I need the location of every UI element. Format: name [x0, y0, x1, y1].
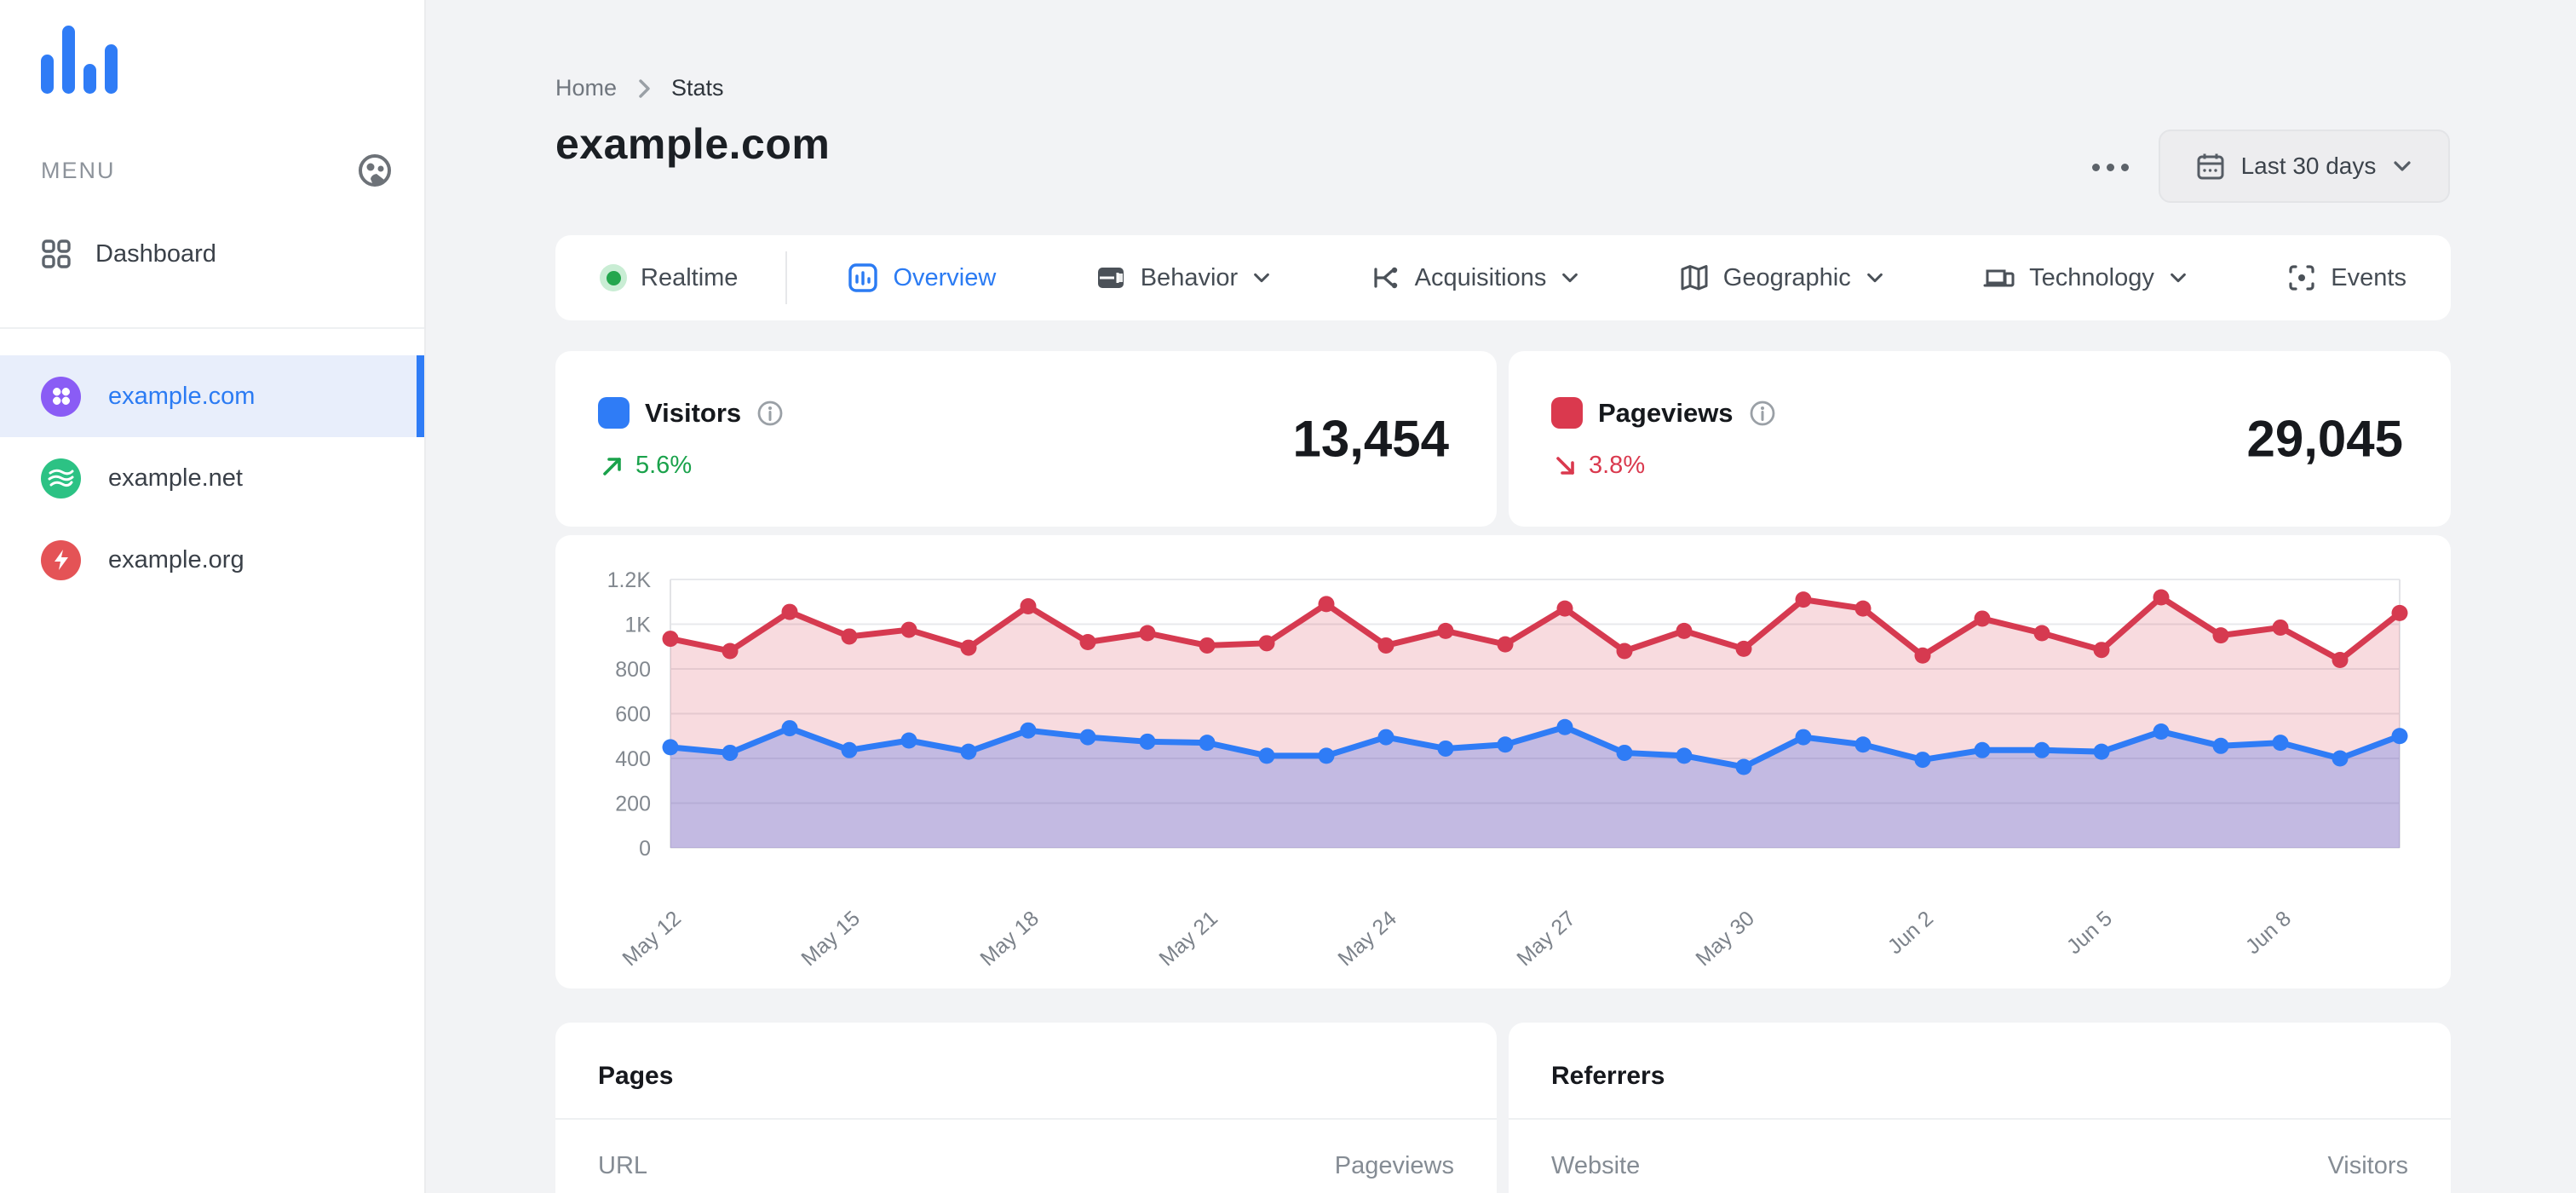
- pages-panel: Pages URL Pageviews: [555, 1023, 1497, 1193]
- tab-label: Behavior: [1140, 263, 1239, 291]
- svg-text:0: 0: [639, 837, 651, 861]
- stat-label: Pageviews: [1598, 397, 1734, 428]
- site-label: example.org: [108, 545, 244, 573]
- active-indicator: [417, 355, 424, 437]
- svg-text:Jun 5: Jun 5: [2062, 907, 2117, 960]
- tab-bar: Realtime Overview Behavior Acquisitions …: [555, 235, 2451, 320]
- sidebar-divider: [0, 327, 424, 329]
- menu-label: MENU: [41, 157, 116, 183]
- pageviews-color-swatch: [1551, 397, 1583, 429]
- site-label: example.net: [108, 464, 243, 492]
- tab-acquisitions[interactable]: Acquisitions: [1371, 262, 1581, 293]
- clover-icon: [41, 376, 81, 417]
- tab-label: Overview: [893, 263, 997, 291]
- branch-icon: [1371, 262, 1401, 293]
- sidebar-site-example-org[interactable]: example.org: [0, 519, 424, 601]
- menu-section-header: MENU: [41, 150, 395, 191]
- chevron-down-icon: [1865, 268, 1885, 288]
- date-range-button[interactable]: Last 30 days: [2159, 130, 2450, 203]
- stat-change: 5.6%: [600, 452, 692, 480]
- date-range-label: Last 30 days: [2240, 153, 2377, 179]
- devices-icon: [1983, 262, 2015, 293]
- chevron-right-icon: [635, 78, 653, 100]
- panel-title: Pages: [598, 1062, 674, 1090]
- app-logo-icon[interactable]: [41, 26, 118, 94]
- svg-text:May 12: May 12: [618, 907, 686, 971]
- svg-text:May 27: May 27: [1512, 907, 1580, 971]
- arrow-down-right-icon: [1553, 453, 1578, 479]
- svg-text:Jun 2: Jun 2: [1883, 907, 1938, 960]
- chevron-down-icon: [2391, 155, 2413, 177]
- calendar-icon: [2195, 151, 2226, 182]
- sidebar-item-label: Dashboard: [95, 239, 216, 268]
- sidebar: MENU Dashboard example.com example.net e…: [0, 0, 426, 1193]
- svg-text:400: 400: [615, 747, 651, 771]
- tab-label: Technology: [2029, 263, 2154, 291]
- referrers-panel: Referrers Website Visitors: [1509, 1023, 2451, 1193]
- waves-icon: [41, 458, 81, 499]
- breadcrumb-home-link[interactable]: Home: [555, 75, 617, 101]
- page-title: example.com: [555, 120, 831, 168]
- visitors-color-swatch: [598, 397, 630, 429]
- main-content: Home Stats example.com Last 30 days Real…: [428, 0, 2576, 1193]
- tab-label: Acquisitions: [1414, 263, 1547, 291]
- breadcrumb-current[interactable]: Stats: [671, 75, 724, 101]
- svg-text:May 21: May 21: [1154, 907, 1222, 971]
- svg-text:200: 200: [615, 792, 651, 816]
- scan-icon: [2286, 262, 2317, 293]
- panel-divider: [1509, 1118, 2451, 1120]
- more-options-button[interactable]: [2080, 143, 2140, 191]
- tab-technology[interactable]: Technology: [1983, 262, 2188, 293]
- tab-label: Geographic: [1722, 263, 1851, 291]
- sidebar-item-dashboard[interactable]: Dashboard: [0, 223, 424, 285]
- svg-text:1K: 1K: [624, 614, 651, 637]
- live-dot-icon: [600, 264, 627, 291]
- tab-overview[interactable]: Overview: [847, 262, 996, 294]
- stat-label: Visitors: [645, 397, 742, 428]
- panel-divider: [555, 1118, 1497, 1120]
- info-icon[interactable]: [756, 400, 784, 427]
- svg-text:Jun 8: Jun 8: [2241, 907, 2296, 960]
- svg-text:600: 600: [615, 703, 651, 727]
- traffic-line-chart: 0 200 400 600 800 1K 1.2K May 12 May 15 May 18 May…: [607, 568, 2408, 971]
- stat-value: 13,454: [1292, 410, 1449, 468]
- column-header-visitors: Visitors: [2327, 1152, 2408, 1179]
- sidebar-site-example-com[interactable]: example.com: [0, 355, 424, 437]
- stat-card-visitors: Visitors 5.6% 13,454: [555, 351, 1497, 527]
- stat-value: 29,045: [2246, 410, 2403, 468]
- lightning-icon: [41, 539, 81, 580]
- svg-text:1.2K: 1.2K: [607, 568, 652, 592]
- sidebar-site-example-net[interactable]: example.net: [0, 437, 424, 519]
- chevron-down-icon: [1560, 268, 1580, 288]
- browser-icon: [1095, 262, 1127, 294]
- arrow-up-right-icon: [600, 453, 625, 479]
- info-icon[interactable]: [1749, 400, 1776, 427]
- column-header-pageviews: Pageviews: [1334, 1152, 1454, 1179]
- svg-text:May 15: May 15: [796, 907, 865, 971]
- breadcrumb: Home Stats: [555, 75, 724, 101]
- stat-card-pageviews: Pageviews 3.8% 29,045: [1509, 351, 2451, 527]
- traffic-chart-card: 0 200 400 600 800 1K 1.2K May 12 May 15 May 18 May…: [555, 535, 2451, 988]
- tab-events[interactable]: Events: [2286, 262, 2406, 293]
- face-icon[interactable]: [354, 150, 395, 191]
- map-icon: [1679, 262, 1710, 293]
- grid-icon: [41, 239, 72, 269]
- svg-text:May 24: May 24: [1333, 907, 1401, 971]
- tab-label: Events: [2331, 263, 2406, 291]
- chevron-down-icon: [1251, 268, 1272, 288]
- tab-realtime[interactable]: Realtime: [600, 264, 785, 292]
- stat-change: 3.8%: [1553, 452, 1645, 480]
- chevron-down-icon: [2168, 268, 2188, 288]
- tab-label: Realtime: [641, 263, 739, 291]
- column-header-url: URL: [598, 1152, 648, 1179]
- svg-text:May 18: May 18: [975, 907, 1044, 971]
- site-label: example.com: [108, 382, 256, 410]
- svg-text:May 30: May 30: [1691, 907, 1759, 971]
- tab-geographic[interactable]: Geographic: [1679, 262, 1885, 293]
- bar-chart-icon: [847, 262, 879, 294]
- column-header-website: Website: [1551, 1152, 1641, 1179]
- tab-behavior[interactable]: Behavior: [1095, 262, 1272, 294]
- svg-text:800: 800: [615, 658, 651, 682]
- panel-title: Referrers: [1551, 1062, 1665, 1090]
